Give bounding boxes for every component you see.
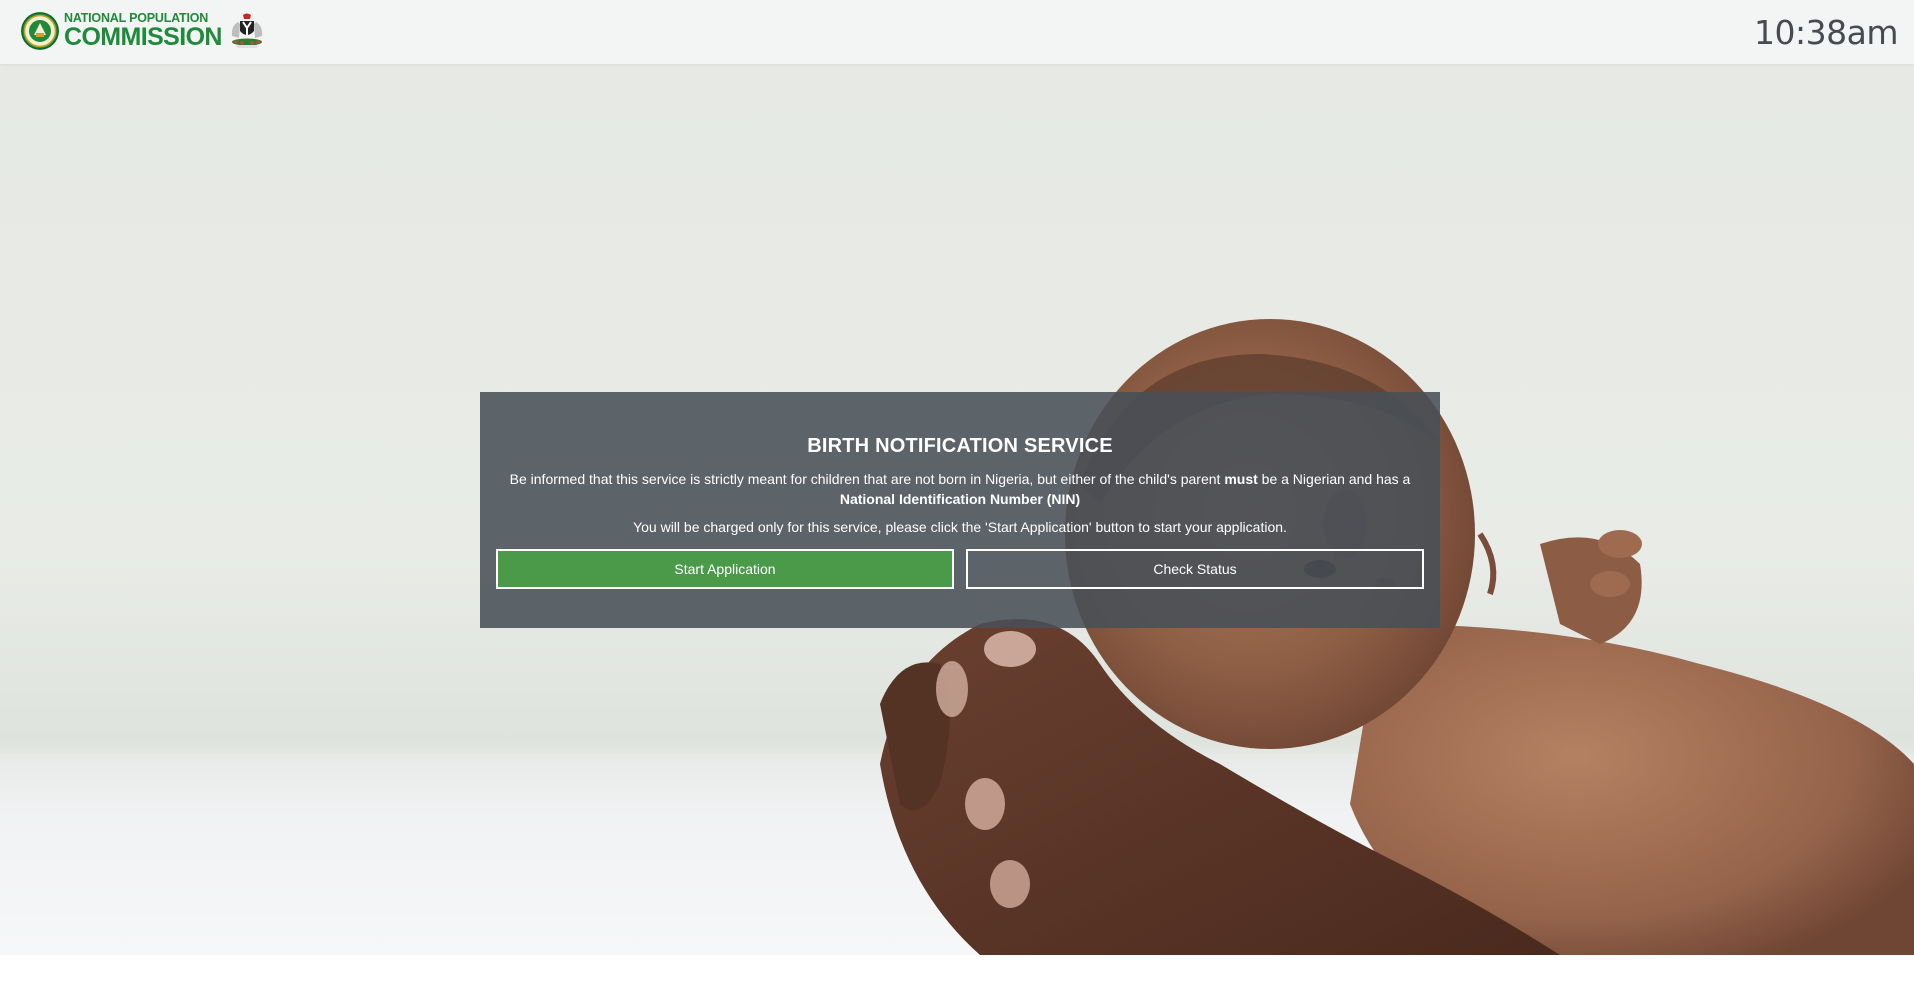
nigeria-coat-of-arms-icon — [231, 13, 263, 48]
start-application-button[interactable]: Start Application — [496, 549, 954, 589]
check-status-button[interactable]: Check Status — [966, 549, 1424, 589]
notice-text-2: be a Nigerian and has a — [1261, 471, 1411, 487]
npc-logo[interactable]: NATIONAL POPULATION COMMISSION — [20, 10, 266, 52]
page-bottom-strip — [0, 955, 1914, 984]
notice-bold-must: must — [1224, 471, 1258, 487]
eligibility-notice: Be informed that this service is strictl… — [500, 469, 1420, 509]
panel-title: BIRTH NOTIFICATION SERVICE — [807, 435, 1113, 457]
logo-text: NATIONAL POPULATION COMMISSION — [64, 12, 223, 52]
top-header: NATIONAL POPULATION COMMISSION 10:38am — [0, 0, 1914, 64]
clock-display: 10:38am — [1754, 13, 1898, 52]
npc-seal-icon — [21, 12, 59, 50]
notice-text-1: Be informed that this service is strictl… — [509, 471, 1221, 487]
notice-bold-nin: National Identification Number (NIN) — [839, 491, 1081, 507]
charge-notice: You will be charged only for this servic… — [633, 519, 1287, 535]
birth-notification-panel: BIRTH NOTIFICATION SERVICE Be informed t… — [480, 392, 1440, 628]
logo-line2: COMMISSION — [64, 23, 223, 52]
